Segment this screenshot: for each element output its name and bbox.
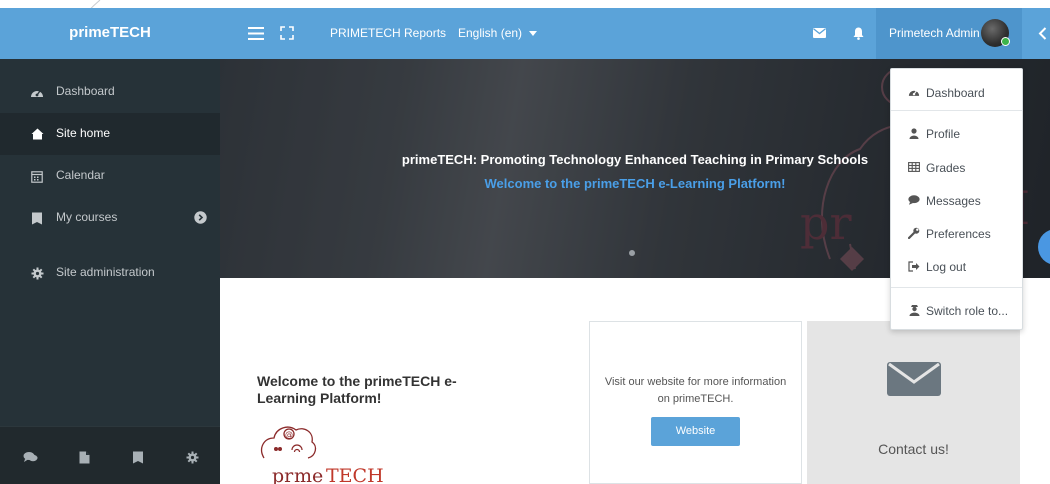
user-menu-toggle[interactable]: Primetech Admin [876, 8, 1022, 59]
left-sidebar: Dashboard Site home Calendar My courses … [0, 59, 220, 484]
website-button[interactable]: Website [651, 417, 740, 446]
menu-divider [891, 110, 1022, 111]
language-label: English (en) [458, 26, 523, 40]
calendar-icon [29, 168, 45, 184]
sidebar-item-label: Calendar [56, 168, 105, 182]
gear-icon[interactable] [184, 449, 200, 465]
website-card: Visit our website for more information o… [589, 321, 802, 484]
user-secret-icon [908, 304, 920, 316]
sidebar-item-my-courses[interactable]: My courses [0, 197, 220, 239]
menu-item-dashboard[interactable]: Dashboard [891, 76, 1022, 108]
primetech-logo: @ pr me TECH [260, 426, 384, 484]
user-icon [908, 127, 920, 139]
sidebar-item-site-home[interactable]: Site home [0, 113, 220, 155]
fullscreen-icon[interactable] [276, 22, 298, 44]
bell-icon[interactable] [847, 22, 869, 44]
sidebar-item-calendar[interactable]: Calendar [0, 155, 220, 197]
chevron-right-circle-icon[interactable] [194, 211, 207, 224]
file-icon[interactable] [76, 449, 92, 465]
caret-down-icon [529, 31, 538, 37]
website-card-text: Visit our website for more information o… [604, 376, 787, 405]
svg-text:@: @ [285, 430, 293, 439]
sidebar-item-label: My courses [56, 210, 118, 224]
carousel-indicator[interactable] [629, 250, 635, 256]
sidebar-footer [0, 426, 220, 484]
mail-icon[interactable] [808, 22, 830, 44]
hamburger-icon[interactable] [245, 22, 267, 44]
dashboard-icon [29, 84, 45, 100]
menu-divider [891, 287, 1022, 288]
menu-item-log-out[interactable]: Log out [891, 250, 1022, 282]
dashboard-icon [908, 86, 920, 98]
menu-item-profile[interactable]: Profile [891, 117, 1022, 149]
gear-icon [29, 265, 45, 281]
menu-item-label: Switch role to... [926, 304, 1009, 318]
book-icon[interactable] [130, 449, 146, 465]
menu-item-switch-role[interactable]: Switch role to... [891, 294, 1022, 326]
sign-out-icon [908, 260, 920, 272]
menu-item-label: Profile [926, 127, 961, 141]
contact-card[interactable]: Contact us! [807, 321, 1020, 484]
contact-us-label: Contact us! [878, 441, 949, 457]
comments-icon[interactable] [22, 449, 38, 465]
top-navbar: primeTECH PRIMETECH Reports English (en)… [0, 8, 1050, 59]
online-status-dot [1001, 37, 1010, 46]
menu-item-label: Dashboard [926, 86, 985, 100]
menu-item-grades[interactable]: Grades [891, 151, 1022, 183]
sidebar-item-label: Site administration [56, 265, 155, 279]
brand-name: primeTECH [69, 24, 151, 41]
avatar [981, 19, 1010, 47]
menu-item-preferences[interactable]: Preferences [891, 217, 1022, 249]
svg-text:TECH: TECH [326, 465, 384, 484]
chevron-left-icon[interactable] [1031, 22, 1050, 44]
language-menu[interactable]: English (en) [458, 26, 538, 40]
brand[interactable]: primeTECH [0, 8, 220, 59]
reports-link[interactable]: PRIMETECH Reports [330, 26, 446, 40]
table-icon [908, 161, 920, 173]
svg-text:pr: pr [272, 465, 294, 484]
menu-item-messages[interactable]: Messages [891, 184, 1022, 216]
welcome-title: Welcome to the primeTECH e-Learning Plat… [257, 373, 457, 406]
user-dropdown-menu: Dashboard Profile Grades Messages Prefer… [890, 68, 1023, 330]
envelope-icon [887, 362, 941, 396]
sidebar-item-site-administration[interactable]: Site administration [0, 252, 220, 294]
sidebar-item-label: Dashboard [56, 84, 115, 98]
menu-item-label: Grades [926, 161, 966, 175]
courses-icon [29, 210, 45, 226]
svg-text:me: me [294, 465, 323, 484]
chat-icon [908, 194, 920, 206]
wrench-icon [908, 227, 920, 239]
menu-item-label: Log out [926, 260, 967, 274]
menu-item-label: Messages [926, 194, 981, 208]
sidebar-item-dashboard[interactable]: Dashboard [0, 71, 220, 113]
home-icon [29, 126, 45, 142]
user-name: Primetech Admin [889, 26, 980, 40]
sidebar-item-label: Site home [56, 126, 111, 140]
menu-item-label: Preferences [926, 227, 991, 241]
